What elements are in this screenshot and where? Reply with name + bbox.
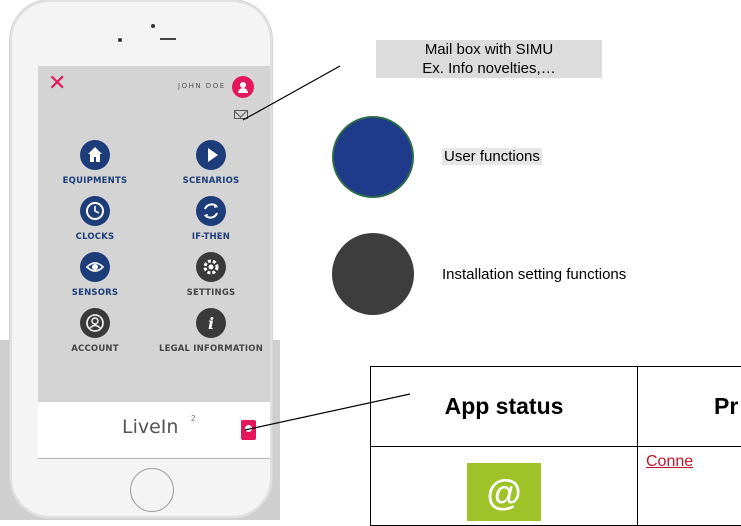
mailbox-connector bbox=[243, 66, 340, 120]
mailbox-callout-line2: Ex. Info novelties,… bbox=[378, 59, 600, 78]
mailbox-callout-line1: Mail box with SIMU bbox=[378, 40, 600, 59]
status-cell: @ bbox=[371, 446, 638, 526]
connected-at-icon: @ bbox=[467, 463, 541, 521]
user-functions-swatch bbox=[332, 116, 414, 198]
user-functions-label: User functions bbox=[442, 148, 542, 165]
header-pr: Pr bbox=[638, 367, 741, 447]
connected-link[interactable]: Conne bbox=[638, 446, 741, 526]
header-app-status: App status bbox=[371, 367, 638, 447]
app-status-table: App status Pr @ Conne bbox=[370, 366, 741, 526]
mailbox-callout: Mail box with SIMU Ex. Info novelties,… bbox=[376, 40, 602, 78]
installation-functions-swatch bbox=[332, 233, 414, 315]
installation-functions-label: Installation setting functions bbox=[440, 266, 628, 283]
